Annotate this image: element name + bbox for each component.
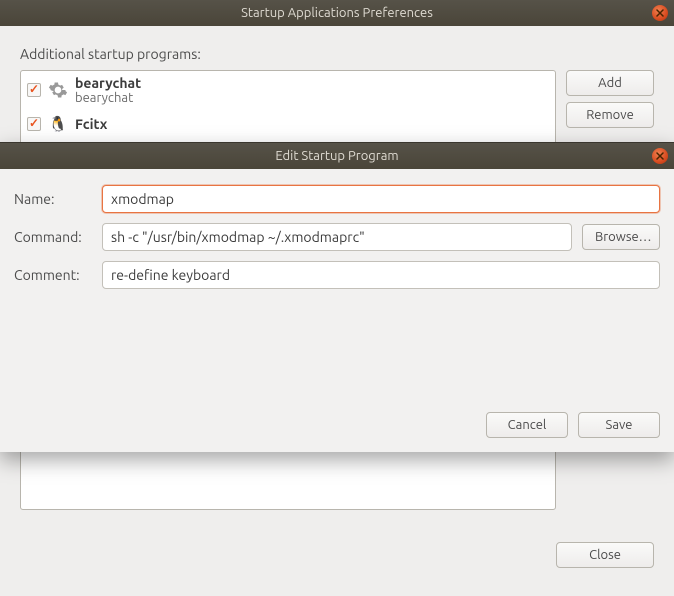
- dialog-close-button[interactable]: [652, 148, 668, 164]
- name-label: Name:: [14, 191, 92, 207]
- list-item[interactable]: 🐧 Fcitx: [21, 109, 555, 139]
- name-input[interactable]: [102, 185, 660, 213]
- program-desc: bearychat: [75, 91, 141, 105]
- dialog-title: Edit Startup Program: [275, 149, 398, 163]
- comment-input[interactable]: [102, 261, 660, 289]
- main-window-title: Startup Applications Preferences: [241, 6, 433, 20]
- dialog-titlebar: Edit Startup Program: [0, 143, 674, 169]
- browse-button[interactable]: Browse…: [582, 224, 660, 250]
- comment-label: Comment:: [14, 267, 92, 283]
- command-label: Command:: [14, 229, 92, 245]
- main-titlebar: Startup Applications Preferences: [0, 0, 674, 26]
- edit-startup-dialog: Edit Startup Program Name: Command: Brow…: [0, 142, 674, 452]
- cancel-button[interactable]: Cancel: [486, 412, 568, 438]
- penguin-icon: 🐧: [47, 113, 69, 135]
- program-name: Fcitx: [75, 116, 107, 132]
- command-input[interactable]: [102, 223, 572, 251]
- program-text: bearychat bearychat: [75, 75, 141, 105]
- list-item[interactable]: bearychat bearychat: [21, 71, 555, 109]
- close-button[interactable]: Close: [556, 542, 654, 568]
- programs-section-label: Additional startup programs:: [20, 46, 654, 62]
- save-button[interactable]: Save: [578, 412, 660, 438]
- add-button[interactable]: Add: [566, 70, 654, 96]
- program-text: Fcitx: [75, 116, 107, 132]
- program-enabled-checkbox[interactable]: [27, 117, 41, 131]
- program-name: bearychat: [75, 75, 141, 91]
- main-close-button[interactable]: [652, 5, 668, 21]
- remove-button[interactable]: Remove: [566, 102, 654, 128]
- gear-icon: [47, 79, 69, 101]
- program-enabled-checkbox[interactable]: [27, 83, 41, 97]
